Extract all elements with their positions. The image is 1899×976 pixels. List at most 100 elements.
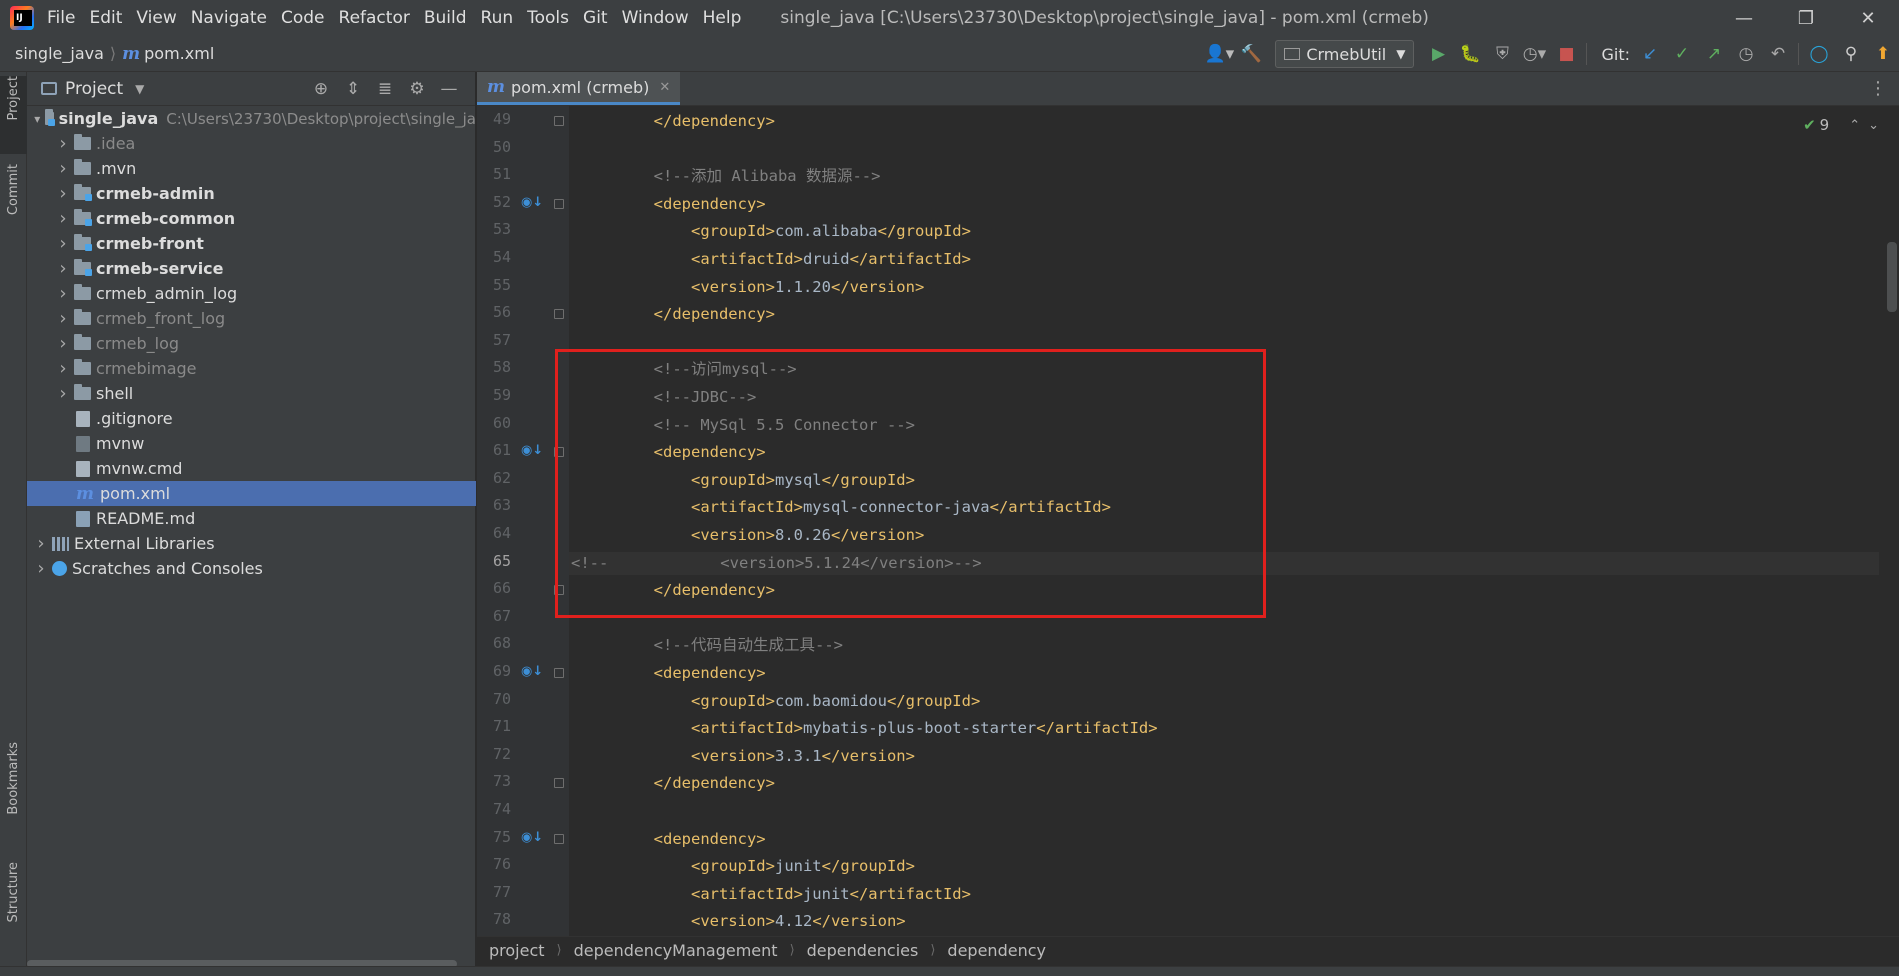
tree-item[interactable]: ▾ single_java C:\Users\23730\Desktop\proje… [27,106,476,131]
code-line[interactable] [569,331,1879,354]
gear-icon[interactable]: ⚙ [401,76,433,102]
tree-item[interactable]: › External Libraries [27,531,476,556]
build-hammer-icon[interactable]: 🔨 [1235,39,1267,69]
chevron-right-icon[interactable]: › [55,183,71,204]
tree-item[interactable]: README.md [27,506,476,531]
chevron-right-icon[interactable]: › [55,133,71,154]
run-icon[interactable]: ▶ [1422,39,1454,69]
breadcrumb-dependencies[interactable]: dependencies [807,941,919,960]
code-line[interactable]: <dependency> [569,441,1879,464]
search-icon[interactable]: ⚲ [1835,39,1867,69]
code-line[interactable]: <artifactId>druid</artifactId> [569,248,1879,271]
chevron-right-icon[interactable]: › [55,383,71,404]
chevron-right-icon[interactable]: › [55,333,71,354]
code-line[interactable]: </dependency> [569,303,1879,326]
chevron-up-icon[interactable]: ⌃ [1849,118,1860,133]
menu-window[interactable]: Window [615,0,696,36]
menu-view[interactable]: View [129,0,183,36]
breadcrumb-dependency[interactable]: dependency [947,941,1046,960]
tree-item[interactable]: › crmeb-service [27,256,476,281]
code-line[interactable]: <version>1.1.20</version> [569,276,1879,299]
code-line[interactable]: <dependency> [569,662,1879,685]
tree-item[interactable]: › .mvn [27,156,476,181]
tree-item[interactable]: › crmeb_front_log [27,306,476,331]
code-line[interactable]: <artifactId>junit</artifactId> [569,883,1879,906]
code-line[interactable] [569,138,1879,161]
tree-item[interactable]: › crmebimage [27,356,476,381]
menu-tools[interactable]: Tools [520,0,576,36]
history-icon[interactable]: ◷ [1730,39,1762,69]
user-icon[interactable]: 👤▾ [1203,39,1235,69]
fold-marker-icon[interactable] [554,116,564,126]
code-line[interactable]: <!--JDBC--> [569,386,1879,409]
menu-code[interactable]: Code [274,0,332,36]
tree-item[interactable]: › crmeb-admin [27,181,476,206]
tree-item[interactable]: › crmeb_admin_log [27,281,476,306]
menu-run[interactable]: Run [474,0,521,36]
edge-browser-icon[interactable]: ◯ [1803,39,1835,69]
nav-crumb-project[interactable]: single_java [15,44,104,63]
tree-item[interactable]: › crmeb-common [27,206,476,231]
tree-item[interactable]: .gitignore [27,406,476,431]
tree-item[interactable]: › shell [27,381,476,406]
code-line[interactable]: <!-- MySql 5.5 Connector --> [569,414,1879,437]
close-icon[interactable]: ✕ [1837,0,1899,36]
code-line[interactable]: <groupId>com.baomidou</groupId> [569,690,1879,713]
chevron-down-icon[interactable]: ▾ [33,112,42,126]
code-line[interactable]: <dependency> [569,193,1879,216]
code-line[interactable]: <dependency> [569,828,1879,851]
coverage-icon[interactable]: ⛨ [1486,39,1518,69]
menu-build[interactable]: Build [417,0,474,36]
code-line[interactable]: </dependency> [569,110,1879,133]
tree-item[interactable]: mvnw [27,431,476,456]
breadcrumb-project[interactable]: project [489,941,545,960]
tree-item[interactable]: › .idea [27,131,476,156]
code-line[interactable]: <!--添加 Alibaba 数据源--> [569,165,1879,188]
chevron-right-icon[interactable]: › [55,283,71,304]
structure-tool-tab[interactable]: Structure [0,862,27,952]
code-line[interactable]: <!-- <version>5.1.24</version>--> [569,551,1879,575]
hide-panel-icon[interactable]: — [433,76,465,102]
code-line[interactable]: <!--代码自动生成工具--> [569,634,1879,657]
chevron-right-icon[interactable]: › [55,158,71,179]
expand-all-icon[interactable]: ⇕ [337,76,369,102]
chevron-right-icon[interactable]: › [55,308,71,329]
stop-icon[interactable]: ■ [1550,39,1582,69]
profile-icon[interactable]: ◷▾ [1518,39,1550,69]
fold-marker-icon[interactable] [554,833,564,844]
maven-dependency-gutter-icon[interactable]: ◉↓ [521,443,543,459]
code-line[interactable]: <artifactId>mysql-connector-java</artifa… [569,496,1879,519]
code-area[interactable]: </dependency> <!--添加 Alibaba 数据源--> <dep… [569,106,1879,936]
menu-help[interactable]: Help [696,0,749,36]
code-line[interactable]: </dependency> [569,579,1879,602]
chevron-down-icon[interactable]: ▼ [135,82,144,96]
inspection-widget[interactable]: ✔ 9 ⌃ ⌄ [1803,116,1879,134]
code-line[interactable]: <version>3.3.1</version> [569,745,1879,768]
breadcrumb-dependency-management[interactable]: dependencyManagement [574,941,778,960]
git-push-icon[interactable]: ↗ [1698,39,1730,69]
fold-marker-icon[interactable] [554,309,564,320]
rollback-icon[interactable]: ↶ [1762,39,1794,69]
close-icon[interactable]: ✕ [659,80,670,95]
vertical-scrollbar[interactable] [1887,242,1897,312]
chevron-right-icon[interactable]: › [33,558,49,579]
chevron-right-icon[interactable]: › [33,533,49,554]
debug-icon[interactable]: 🐛 [1454,39,1486,69]
maven-dependency-gutter-icon[interactable]: ◉↓ [521,195,543,211]
maven-dependency-gutter-icon[interactable]: ◉↓ [521,830,543,846]
code-line[interactable]: <!--访问mysql--> [569,358,1879,381]
code-line[interactable]: <artifactId>mybatis-plus-boot-starter</a… [569,717,1879,740]
chevron-right-icon[interactable]: › [55,208,71,229]
tree-item[interactable]: m pom.xml [27,481,476,506]
fold-marker-icon[interactable] [554,198,564,209]
maven-dependency-gutter-icon[interactable]: ◉↓ [521,664,543,680]
locate-file-icon[interactable]: ⊕ [305,76,337,102]
git-commit-icon[interactable]: ✓ [1666,39,1698,69]
minimize-icon[interactable]: — [1713,0,1775,36]
menu-git[interactable]: Git [576,0,615,36]
code-line[interactable]: <groupId>com.alibaba</groupId> [569,220,1879,243]
code-line[interactable]: <version>4.12</version> [569,910,1879,933]
project-tool-tab[interactable]: Project [0,76,27,154]
commit-tool-tab[interactable]: Commit [0,164,27,234]
tree-item[interactable]: › crmeb_log [27,331,476,356]
